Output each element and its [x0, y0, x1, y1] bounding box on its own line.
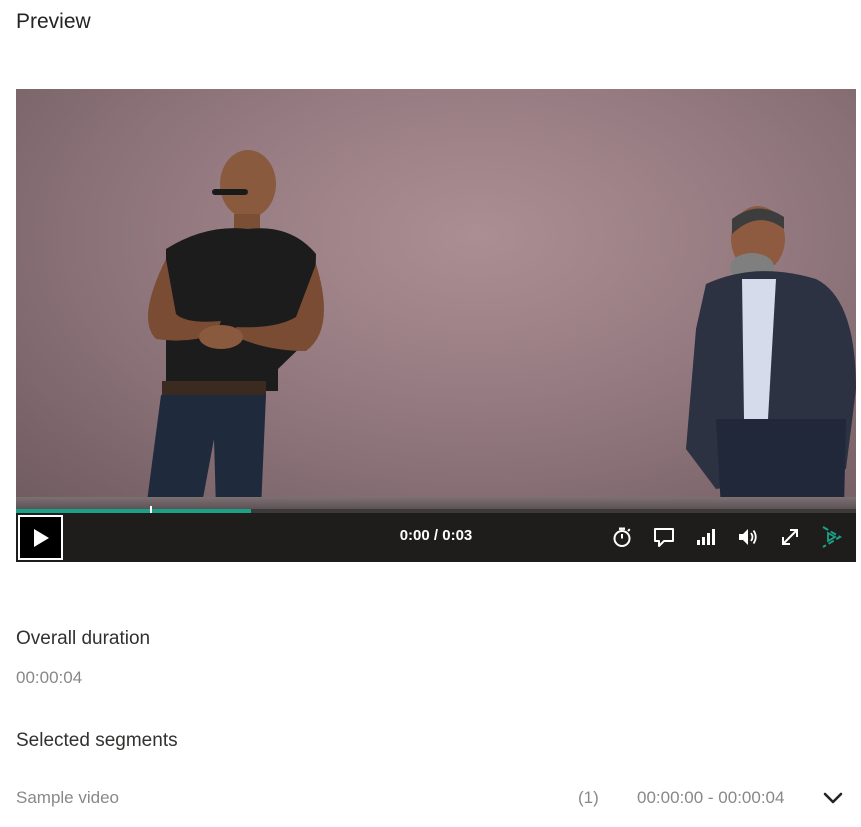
player-controls: 0:00 / 0:03	[16, 513, 856, 562]
captions-icon	[654, 528, 674, 547]
playback-speed-icon	[822, 526, 842, 548]
volume-button[interactable]	[736, 525, 760, 549]
timer-button[interactable]	[610, 525, 634, 549]
playback-speed-button[interactable]	[819, 525, 843, 549]
play-icon	[33, 528, 49, 547]
segment-name: Sample video	[16, 788, 120, 807]
time-display: 0:00 / 0:03	[399, 527, 473, 544]
volume-icon	[739, 529, 757, 545]
segment-count: (1)	[578, 788, 599, 807]
quality-button[interactable]	[694, 525, 718, 549]
chevron-down-icon[interactable]	[822, 787, 844, 809]
quality-icon	[697, 529, 715, 545]
segment-time-range: 00:00:00 - 00:00:04	[637, 788, 785, 807]
video-player[interactable]: 0:00 / 0:03	[16, 89, 856, 562]
captions-button[interactable]	[652, 525, 676, 549]
segment-row[interactable]: Sample video (1) 00:00:00 - 00:00:04	[16, 785, 848, 811]
video-frame[interactable]	[16, 89, 856, 509]
page-title: Preview	[16, 10, 91, 33]
play-button[interactable]	[18, 515, 63, 560]
video-still-image	[146, 150, 856, 509]
timer-icon	[613, 527, 631, 547]
fullscreen-icon	[782, 529, 798, 545]
stage-floor	[16, 497, 856, 509]
overall-duration-value: 00:00:04	[16, 668, 83, 687]
fullscreen-button[interactable]	[778, 525, 802, 549]
overall-duration-label: Overall duration	[16, 628, 151, 649]
selected-segments-label: Selected segments	[16, 730, 178, 751]
